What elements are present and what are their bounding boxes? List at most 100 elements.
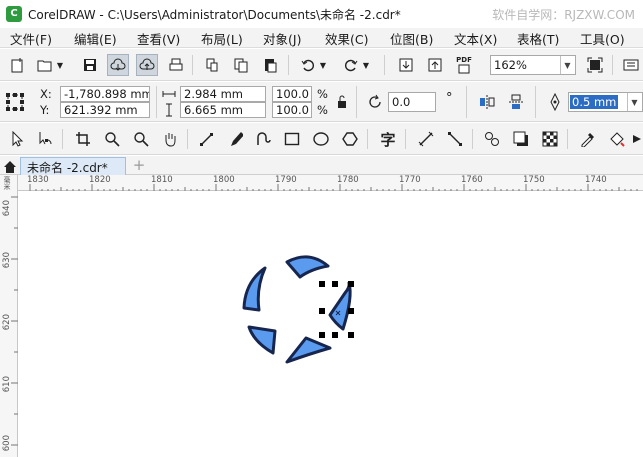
transparency-icon[interactable]: [539, 128, 561, 150]
mirror-vertical-icon[interactable]: [505, 91, 527, 113]
rectangle-tool-icon[interactable]: [281, 128, 303, 150]
drawing-canvas[interactable]: [19, 192, 643, 457]
ruler-tick-label: 1740: [585, 175, 607, 185]
lock-ratio-icon[interactable]: [334, 94, 350, 110]
handle-middle-right[interactable]: [348, 308, 354, 314]
menu-edit[interactable]: 编辑(E): [74, 29, 117, 48]
publish-pdf-icon[interactable]: PDF: [452, 53, 476, 77]
print-icon[interactable]: [165, 54, 187, 76]
arc-segment-left-lower-path: [247, 325, 277, 355]
menu-tools[interactable]: 工具(O): [580, 29, 625, 48]
menu-file[interactable]: 文件(F): [10, 29, 52, 48]
menu-layout[interactable]: 布局(L): [201, 29, 243, 48]
zoom-tool-icon[interactable]: [101, 128, 123, 150]
eyedropper-icon[interactable]: [577, 128, 599, 150]
height-field[interactable]: 6.665 mm: [180, 102, 266, 118]
y-label: Y:: [40, 103, 50, 117]
menu-object[interactable]: 对象(J): [263, 29, 301, 48]
handle-bottom-right[interactable]: [348, 332, 354, 338]
zoom-level-value: 162%: [494, 58, 527, 72]
arc-segment-bottom-path: [285, 336, 332, 364]
new-document-icon[interactable]: [6, 54, 28, 76]
ruler-tick-label: 1750: [523, 175, 545, 185]
horizontal-ruler-ticks: [29, 184, 638, 191]
full-screen-preview-icon[interactable]: [584, 54, 606, 76]
menu-table[interactable]: 表格(T): [517, 29, 559, 48]
interactive-fill-icon[interactable]: [606, 128, 628, 150]
arc-segment-top[interactable]: [285, 255, 330, 279]
reference-point-icon[interactable]: [4, 91, 26, 113]
handle-top-left[interactable]: [319, 281, 325, 287]
open-folder-icon[interactable]: [34, 54, 56, 76]
rotate-icon: [364, 91, 386, 113]
cloud-upload-icon[interactable]: [136, 54, 158, 76]
tab-document[interactable]: 未命名 -2.cdr*: [20, 157, 126, 175]
outline-width-dropdown-arrow-icon[interactable]: ▼: [627, 93, 641, 111]
property-bar: X: Y: -1,780.898 mm 621.392 mm 2.984 mm …: [0, 82, 643, 122]
mirror-horizontal-icon[interactable]: [476, 91, 498, 113]
home-icon[interactable]: [2, 158, 18, 174]
ruler-tick-label: 610: [2, 376, 12, 393]
open-dropdown-arrow-icon[interactable]: ▼: [55, 54, 65, 76]
y-position-field[interactable]: 621.392 mm: [60, 102, 150, 118]
ellipse-tool-icon[interactable]: [310, 128, 332, 150]
arc-segment-left-upper-path: [242, 266, 267, 312]
scale-x-field[interactable]: 100.0: [272, 86, 312, 102]
handle-middle-left[interactable]: [319, 308, 325, 314]
drop-shadow-icon[interactable]: [510, 128, 532, 150]
selected-arc-segment[interactable]: [328, 281, 352, 331]
menu-bitmaps[interactable]: 位图(B): [390, 29, 433, 48]
scale-y-field[interactable]: 100.0: [272, 102, 312, 118]
paste-icon[interactable]: [259, 54, 281, 76]
pan-hand-icon[interactable]: [159, 128, 181, 150]
arc-segment-left-lower[interactable]: [247, 325, 277, 355]
tab-document-label: 未命名 -2.cdr*: [27, 161, 108, 175]
freehand-tool-icon[interactable]: [196, 128, 218, 150]
options-icon[interactable]: [620, 54, 642, 76]
undo-dropdown-arrow-icon[interactable]: ▼: [318, 54, 328, 76]
rotation-angle-field[interactable]: 0.0: [388, 92, 436, 112]
menu-bar: 文件(F) 编辑(E) 查看(V) 布局(L) 对象(J) 效果(C) 位图(B…: [0, 28, 643, 48]
artistic-media-icon[interactable]: [224, 128, 246, 150]
save-icon[interactable]: [79, 54, 101, 76]
handle-bottom-center[interactable]: [332, 332, 338, 338]
undo-icon[interactable]: [297, 54, 319, 76]
ruler-tick-label: 600: [2, 435, 12, 452]
crop-tool-icon[interactable]: [72, 128, 94, 150]
handle-top-right[interactable]: [348, 281, 354, 287]
import-icon[interactable]: [395, 54, 417, 76]
polygon-tool-icon[interactable]: [339, 128, 361, 150]
vertical-ruler[interactable]: 毫米 640 630 620 610 600: [0, 175, 18, 457]
zoom-out-tool-icon[interactable]: [130, 128, 152, 150]
blend-tool-icon[interactable]: [481, 128, 503, 150]
handle-bottom-left[interactable]: [319, 332, 325, 338]
cut-icon[interactable]: [201, 54, 223, 76]
connector-tool-icon[interactable]: [444, 128, 466, 150]
zoom-dropdown-arrow-icon[interactable]: ▼: [560, 56, 574, 74]
menu-effects[interactable]: 效果(C): [325, 29, 368, 48]
pick-tool-icon[interactable]: [6, 128, 28, 150]
text-tool-icon[interactable]: 字: [377, 128, 399, 150]
outline-width-value: 0.5 mm: [570, 95, 619, 109]
export-icon[interactable]: [424, 54, 446, 76]
copy-icon[interactable]: [230, 54, 252, 76]
redo-dropdown-arrow-icon[interactable]: ▼: [361, 54, 371, 76]
arc-segment-top-path: [285, 255, 330, 279]
cloud-download-icon[interactable]: [107, 54, 129, 76]
drawing-svg: [242, 255, 354, 364]
shape-tool-icon[interactable]: [34, 128, 56, 150]
x-position-field[interactable]: -1,780.898 mm: [60, 86, 150, 102]
menu-view[interactable]: 查看(V): [137, 29, 180, 48]
menu-text[interactable]: 文本(X): [454, 29, 497, 48]
arc-segment-left-upper[interactable]: [242, 266, 267, 312]
handle-top-center[interactable]: [332, 281, 338, 287]
arc-segment-bottom[interactable]: [285, 336, 332, 364]
redo-icon[interactable]: [340, 54, 362, 76]
smart-drawing-icon[interactable]: [252, 128, 274, 150]
smart-fill-icon[interactable]: [630, 128, 643, 150]
horizontal-ruler[interactable]: 1830 1820 1810 1800 1790 1780 1770 1760 …: [18, 175, 643, 191]
add-tab-button[interactable]: +: [130, 157, 148, 175]
height-icon: [160, 101, 178, 119]
width-field[interactable]: 2.984 mm: [180, 86, 266, 102]
parallel-dimension-icon[interactable]: [415, 128, 437, 150]
